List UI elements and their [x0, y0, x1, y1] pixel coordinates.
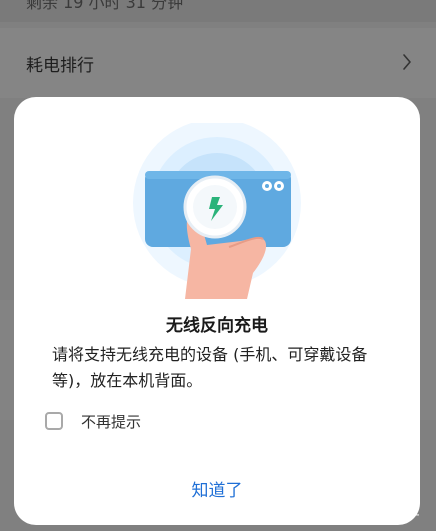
chevron-right-icon — [403, 54, 411, 70]
svg-text:Bai: Bai — [324, 499, 356, 520]
power-ranking-label: 耗电排行 — [26, 56, 94, 76]
reverse-charging-dialog: 无线反向充电 请将支持无线充电的设备 (手机、可穿戴设备等)，放在本机背面。 不… — [14, 97, 420, 525]
dont-show-again-row[interactable]: 不再提示 — [45, 409, 141, 433]
baidu-jingyan-watermark: Bai 经验 — [324, 497, 420, 520]
got-it-button[interactable]: 知道了 — [157, 473, 277, 509]
dont-show-again-checkbox[interactable] — [45, 412, 63, 430]
remaining-time-text: 剩余 19 小时 31 分钟 — [26, 0, 184, 12]
svg-text:经验: 经验 — [384, 499, 420, 520]
dont-show-again-label: 不再提示 — [81, 412, 142, 431]
dialog-title: 无线反向充电 — [166, 316, 268, 336]
dialog-message: 请将支持无线充电的设备 (手机、可穿戴设备等)，放在本机背面。 — [52, 345, 368, 390]
reverse-charging-illustration — [133, 123, 301, 299]
remaining-time-row: 剩余 19 小时 31 分钟 — [0, 0, 436, 22]
power-ranking-row[interactable]: 耗电排行 — [0, 28, 436, 98]
